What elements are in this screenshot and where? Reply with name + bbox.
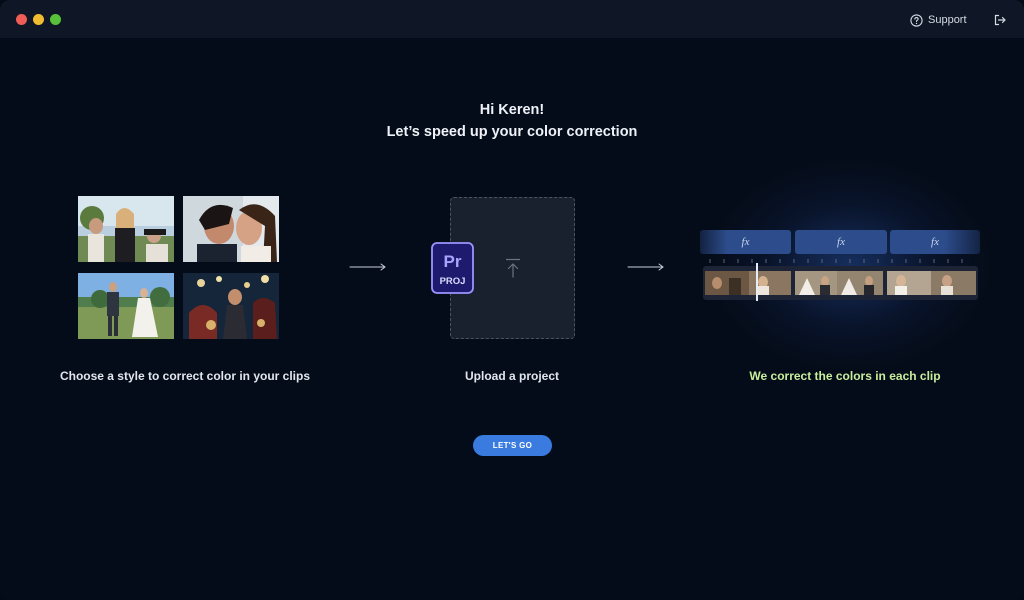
arrow-right-icon	[627, 263, 664, 271]
step-correct-caption: We correct the colors in each clip	[749, 369, 941, 383]
style-thumbnail-friends	[78, 196, 174, 262]
style-thumbnail-wedding	[78, 273, 174, 339]
title-bar: Support	[0, 0, 1024, 38]
fx-clip-effect: fx	[890, 230, 980, 254]
style-thumbnail-couple	[183, 196, 279, 262]
greeting-name: Hi Keren!	[479, 102, 545, 118]
greeting-subtitle: Let’s speed up your color correction	[386, 124, 638, 140]
support-label: Support	[928, 14, 967, 26]
arrow-right-icon	[349, 263, 386, 271]
greeting-heading: Hi Keren! Let’s speed up your color corr…	[0, 99, 1024, 143]
timeline-ruler	[709, 259, 963, 263]
timeline-clip-strip	[703, 266, 978, 300]
app-window: Support Hi Keren! Let’s speed up your co…	[0, 0, 1024, 600]
upload-icon	[506, 258, 520, 278]
fx-label: fx	[837, 236, 845, 248]
premiere-project-file-icon: Pr PROJ	[431, 242, 474, 294]
fx-clip-effect: fx	[795, 230, 887, 254]
timeline-glow	[710, 160, 990, 370]
minimize-window-button[interactable]	[33, 14, 44, 25]
logout-icon[interactable]	[992, 12, 1008, 28]
help-circle-icon	[910, 13, 923, 27]
fx-clip-effect: fx	[700, 230, 791, 254]
premiere-badge-app: Pr	[444, 252, 462, 271]
fx-label: fx	[741, 236, 750, 248]
close-window-button[interactable]	[16, 14, 27, 25]
lets-go-button[interactable]: LET'S GO	[473, 435, 552, 456]
style-thumbnail-party	[183, 273, 279, 339]
timeline-playhead[interactable]	[756, 263, 758, 301]
step-style-caption: Choose a style to correct color in your …	[59, 369, 311, 383]
support-link[interactable]: Support	[910, 11, 967, 29]
fx-label: fx	[931, 236, 939, 248]
premiere-badge-ext: PROJ	[440, 276, 466, 287]
zoom-window-button[interactable]	[50, 14, 61, 25]
step-upload-caption: Upload a project	[464, 369, 559, 383]
